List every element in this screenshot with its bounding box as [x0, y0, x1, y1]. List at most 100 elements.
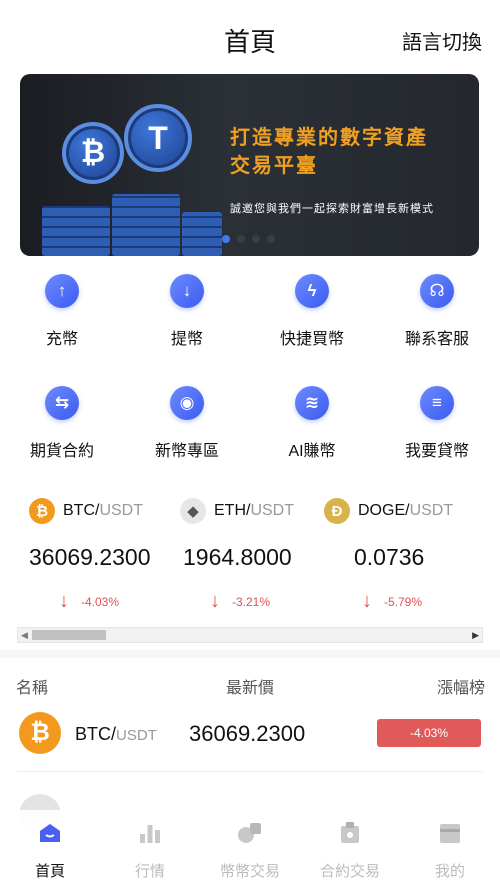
- nav-label: 幣幣交易: [219, 863, 280, 880]
- header: 首頁 語言切換: [0, 0, 500, 72]
- banner-title-line1: 打造專業的數字資產: [230, 127, 428, 149]
- action-label: AI賺幣: [288, 443, 336, 460]
- nav-contract-trade[interactable]: 合約交易: [300, 820, 400, 881]
- nav-label: 行情: [134, 863, 165, 880]
- carousel-dot[interactable]: [267, 235, 275, 243]
- nav-market[interactable]: 行情: [100, 820, 200, 881]
- action-label: 快捷買幣: [279, 331, 344, 348]
- banner-title: 打造專業的數字資產 交易平臺: [230, 124, 428, 180]
- arrow-down-icon: ↓: [59, 590, 69, 612]
- contract-icon: [341, 822, 359, 843]
- promo-banner[interactable]: ₿ T 打造專業的數字資產 交易平臺 誠邀您與我們一起探索財富增長新模式: [20, 74, 479, 256]
- bottom-nav: 首頁 行情 幣幣交易 合約交易 我的: [0, 810, 500, 895]
- action-label: 充幣: [45, 331, 78, 348]
- coin-stack-graphic: [112, 194, 180, 256]
- lightning-icon: ϟ: [295, 274, 329, 308]
- nav-label: 我的: [434, 863, 465, 880]
- action-support[interactable]: ☊ 聯系客服: [382, 274, 492, 349]
- language-switch-button[interactable]: 語言切換: [402, 26, 482, 55]
- carousel-dot[interactable]: [222, 235, 230, 243]
- action-label: 期貨合約: [29, 443, 94, 460]
- arrow-down-icon: ↓: [170, 274, 204, 308]
- ticker-pair: Ð DOGE/USDT: [324, 498, 453, 524]
- scroll-right-icon[interactable]: ▶: [472, 630, 479, 641]
- coin-trade-icon: [238, 823, 261, 843]
- ethereum-icon: ◆: [180, 498, 206, 524]
- coin-stack-graphic: [42, 206, 110, 256]
- dogecoin-icon: Ð: [324, 498, 350, 524]
- arrow-down-icon: ↓: [362, 590, 372, 612]
- action-new-coins[interactable]: ◉ 新幣專區: [132, 386, 242, 461]
- column-header-change[interactable]: 漲幅榜: [437, 674, 485, 698]
- horizontal-scrollbar[interactable]: ◀ ▶: [17, 627, 483, 643]
- column-header-price[interactable]: 最新價: [226, 674, 274, 698]
- scroll-left-icon[interactable]: ◀: [21, 630, 28, 641]
- pair-base: BTC/: [75, 724, 117, 744]
- ticker-price: 1964.8000: [183, 544, 292, 570]
- bitcoin-icon: ₿: [19, 712, 61, 754]
- target-icon: ◉: [170, 386, 204, 420]
- nav-label: 首頁: [34, 863, 65, 880]
- nav-profile[interactable]: 我的: [400, 820, 500, 881]
- market-row[interactable]: ₿ BTC/USDT 36069.2300 -4.03%: [17, 708, 483, 772]
- pair-quote: USDT: [116, 727, 157, 744]
- arrow-up-icon: ↑: [45, 274, 79, 308]
- nav-label: 合約交易: [319, 863, 380, 880]
- ticker-card[interactable]: ₿ BTC/USDT 36069.2300 ↓ -4.03%: [29, 498, 151, 612]
- bitcoin-coin-icon: ₿: [62, 122, 124, 184]
- ticker-pair: ◆ ETH/USDT: [180, 498, 294, 524]
- ticker-change-value: -3.21%: [232, 594, 271, 609]
- ticker-card[interactable]: Ð DOGE/USDT 0.0736 ↓ -5.79%: [324, 498, 453, 612]
- action-deposit[interactable]: ↑ 充幣: [7, 274, 117, 349]
- wallet-icon: [440, 824, 460, 843]
- market-pair: BTC/USDT: [75, 724, 157, 745]
- coins-stack-icon: ≋: [295, 386, 329, 420]
- pair-quote: USDT: [99, 502, 144, 519]
- pair-quote: USDT: [250, 502, 295, 519]
- ticker-price: 0.0736: [354, 544, 425, 570]
- column-header-name[interactable]: 名稱: [16, 674, 48, 698]
- pair-quote: USDT: [409, 502, 454, 519]
- headset-icon: ☊: [420, 274, 454, 308]
- ticker-change: ↓ -3.21%: [210, 590, 270, 613]
- arrow-down-icon: ↓: [210, 590, 220, 612]
- carousel-dot[interactable]: [252, 235, 260, 243]
- ticker-change: ↓ -4.03%: [59, 590, 119, 613]
- change-badge: -4.03%: [377, 719, 481, 747]
- coin-stack-graphic: [182, 212, 222, 256]
- action-futures[interactable]: ⇆ 期貨合約: [7, 386, 117, 461]
- carousel-dots: [222, 235, 275, 243]
- scrollbar-thumb[interactable]: [32, 630, 106, 640]
- loan-icon: ≡: [420, 386, 454, 420]
- banner-title-line2: 交易平臺: [230, 155, 318, 177]
- carousel-dot[interactable]: [237, 235, 245, 243]
- ticker-carousel[interactable]: ₿ BTC/USDT 36069.2300 ↓ -4.03% ◆ ETH/USD…: [0, 498, 500, 618]
- section-divider: [0, 650, 500, 658]
- pair-base: ETH/: [214, 502, 251, 519]
- action-label: 提幣: [170, 331, 203, 348]
- action-withdraw[interactable]: ↓ 提幣: [132, 274, 242, 349]
- pair-base: DOGE/: [358, 502, 410, 519]
- ticker-change-value: -4.03%: [81, 594, 120, 609]
- action-label: 我要貸幣: [404, 443, 469, 460]
- action-label: 新幣專區: [154, 443, 219, 460]
- ticker-card[interactable]: ◆ ETH/USDT 1964.8000 ↓ -3.21%: [180, 498, 294, 612]
- exchange-icon: ⇆: [45, 386, 79, 420]
- chart-icon: [140, 825, 160, 843]
- pair-base: BTC/: [63, 502, 100, 519]
- action-ai-earn[interactable]: ≋ AI賺幣: [257, 386, 367, 461]
- action-loan[interactable]: ≡ 我要貸幣: [382, 386, 492, 461]
- ticker-price: 36069.2300: [29, 544, 151, 570]
- banner-subtitle: 誠邀您與我們一起探索財富增長新模式: [230, 203, 434, 215]
- tether-coin-icon: T: [124, 104, 192, 172]
- ticker-change-value: -5.79%: [384, 594, 423, 609]
- bitcoin-icon: ₿: [29, 498, 55, 524]
- action-quick-buy[interactable]: ϟ 快捷買幣: [257, 274, 367, 349]
- home-icon: [40, 824, 60, 842]
- nav-spot-trade[interactable]: 幣幣交易: [200, 820, 300, 881]
- market-price: 36069.2300: [189, 721, 306, 746]
- nav-home[interactable]: 首頁: [0, 820, 100, 881]
- ticker-pair: ₿ BTC/USDT: [29, 498, 151, 524]
- ticker-change: ↓ -5.79%: [362, 590, 422, 613]
- action-label: 聯系客服: [404, 331, 469, 348]
